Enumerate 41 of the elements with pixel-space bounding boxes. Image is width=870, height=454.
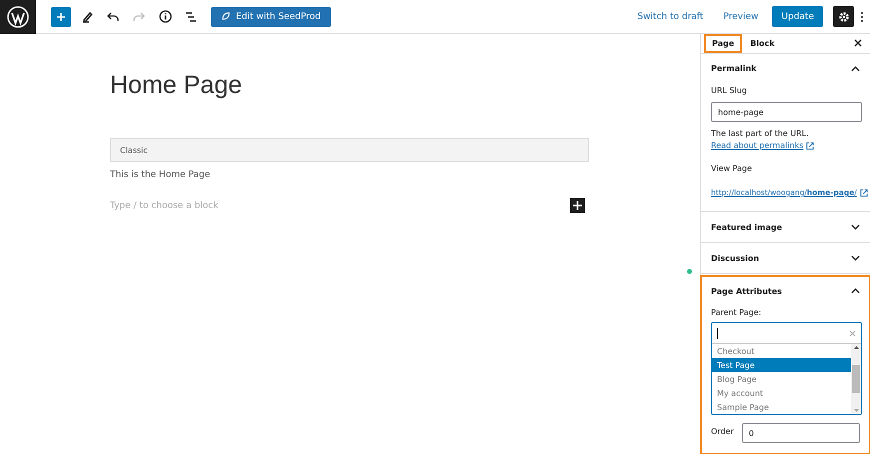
panel-header[interactable]: Featured image — [711, 212, 860, 242]
settings-icon[interactable] — [833, 6, 854, 27]
plus-icon — [56, 12, 66, 22]
sidebar-tab[interactable]: Block — [742, 34, 783, 52]
paragraph-text[interactable]: This is the Home Page — [110, 170, 700, 180]
chevron-up-icon — [851, 66, 860, 72]
scroll-up-icon[interactable] — [854, 346, 858, 349]
classic-block-label: Classic — [110, 138, 589, 162]
dropdown-option[interactable]: Test Page — [712, 358, 851, 372]
panel-header[interactable]: Discussion — [711, 243, 860, 273]
dropdown-option[interactable]: Checkout — [712, 344, 851, 358]
scrollbar[interactable] — [851, 344, 861, 414]
add-block-button[interactable] — [570, 198, 585, 213]
update-button[interactable]: Update — [772, 6, 823, 27]
panel-header[interactable]: Page Attributes — [711, 276, 860, 306]
close-icon[interactable] — [854, 39, 862, 48]
page-title[interactable]: Home Page — [110, 71, 700, 100]
field-label: Order — [711, 427, 734, 436]
field-label: Parent Page: — [711, 308, 762, 317]
input-field[interactable]: home-page — [711, 102, 862, 122]
status-dot — [687, 269, 692, 274]
sidebar-tab[interactable]: Page — [704, 34, 742, 52]
permalinks-link[interactable]: Read about permalinks — [711, 141, 804, 150]
field-label: View Page — [711, 164, 753, 173]
dropdown-option[interactable]: My account — [712, 386, 851, 400]
chevron-down-icon — [851, 224, 860, 230]
chevron-up-icon — [851, 288, 860, 294]
switch-to-draft-link[interactable]: Switch to draft — [631, 10, 710, 22]
seedprod-button[interactable]: Edit with SeedProd — [211, 6, 331, 26]
external-link-icon — [806, 142, 814, 150]
dropdown-option[interactable]: Sample Page — [712, 400, 851, 414]
wordpress-logo[interactable] — [0, 0, 36, 34]
input-field[interactable]: 0 — [742, 423, 860, 443]
external-link-icon — [860, 188, 868, 197]
panel-header[interactable]: Permalink — [711, 54, 860, 84]
preview-link[interactable]: Preview — [717, 10, 764, 22]
field-label: URL Slug — [711, 86, 748, 94]
dropdown-option[interactable]: Blog Page — [712, 372, 851, 386]
leaf-icon — [221, 12, 230, 21]
chevron-down-icon — [851, 255, 860, 261]
help-text: The last part of the URL. Read about permalinks — [711, 128, 860, 152]
